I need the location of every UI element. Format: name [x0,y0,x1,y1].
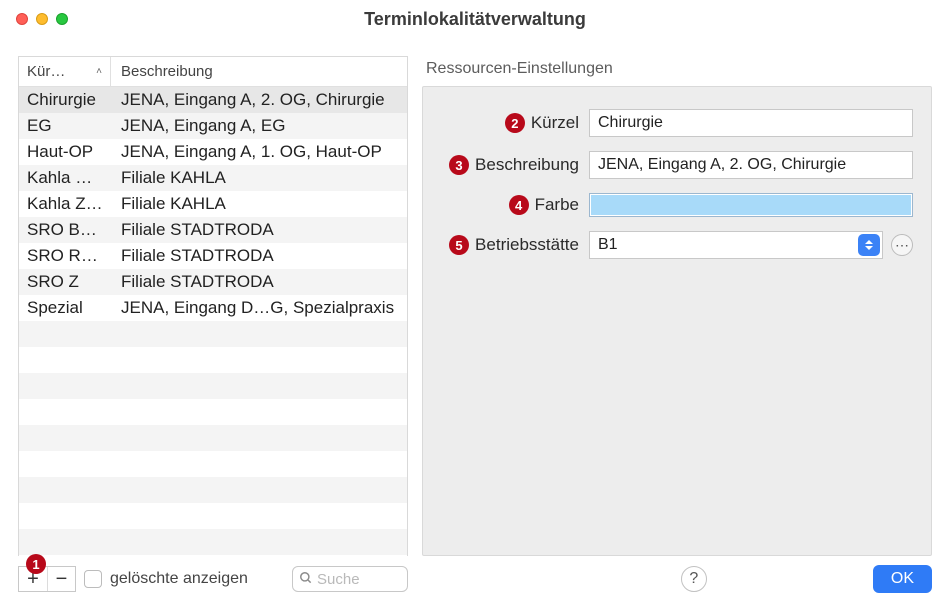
footer: 1 + − gelöschte anzeigen Suche ? OK [0,556,950,602]
settings-box: 2 Kürzel 3 Beschreibung 4 [422,86,932,556]
cell-beschreibung: JENA, Eingang D…G, Spezialpraxis [111,298,407,318]
cell-beschreibung: JENA, Eingang A, 2. OG, Chirurgie [111,90,407,110]
table-row[interactable]: Kahla Z…Filiale KAHLA [19,191,407,217]
table-row[interactable] [19,321,407,347]
label-betriebsstaette: Betriebsstätte [475,235,579,255]
cell-kuerzel: SRO B… [19,220,111,240]
table-row[interactable]: SRO B…Filiale STADTRODA [19,217,407,243]
column-header-kuerzel[interactable]: Kür… ˄ [19,57,111,86]
select-betriebsstaette-value: B1 [590,236,858,254]
cell-kuerzel: SRO Z [19,272,111,292]
label-farbe: Farbe [535,195,579,215]
table-row[interactable] [19,477,407,503]
table-row[interactable] [19,425,407,451]
settings-title: Ressourcen-Einstellungen [422,56,932,86]
badge-1: 1 [26,554,46,574]
column-header-beschreibung-label: Beschreibung [121,63,213,80]
cell-beschreibung: JENA, Eingang A, 1. OG, Haut-OP [111,142,407,162]
chevron-up-down-icon [858,234,880,256]
cell-beschreibung: Filiale KAHLA [111,194,407,214]
add-remove-segmented: + − [18,566,76,592]
label-kuerzel: Kürzel [531,113,579,133]
settings-panel: Ressourcen-Einstellungen 2 Kürzel 3 Besc… [422,56,932,556]
table-row[interactable]: Haut-OPJENA, Eingang A, 1. OG, Haut-OP [19,139,407,165]
input-kuerzel[interactable] [589,109,913,137]
remove-button[interactable]: − [47,567,75,591]
column-header-kuerzel-label: Kür… [27,63,65,80]
help-icon: ? [689,570,698,588]
table-header: Kür… ˄ Beschreibung [19,57,407,87]
badge-3: 3 [449,155,469,175]
table-row[interactable] [19,451,407,477]
table-row[interactable] [19,399,407,425]
content-area: Kür… ˄ Beschreibung ChirurgieJENA, Einga… [0,38,950,556]
help-button[interactable]: ? [681,566,707,592]
color-picker[interactable] [589,193,913,217]
table-row[interactable]: Kahla B…Filiale KAHLA [19,165,407,191]
row-kuerzel: 2 Kürzel [437,109,913,137]
select-betriebsstaette[interactable]: B1 [589,231,883,259]
column-header-beschreibung[interactable]: Beschreibung [111,63,407,80]
table-row[interactable] [19,503,407,529]
traffic-lights [16,13,68,25]
cell-kuerzel: Spezial [19,298,111,318]
locality-table: Kür… ˄ Beschreibung ChirurgieJENA, Einga… [18,56,408,556]
titlebar: Terminlokalitätverwaltung [0,0,950,38]
cell-kuerzel: Haut-OP [19,142,111,162]
badge-2: 2 [505,113,525,133]
cell-beschreibung: JENA, Eingang A, EG [111,116,407,136]
cell-kuerzel: Chirurgie [19,90,111,110]
minimize-window-button[interactable] [36,13,48,25]
ellipsis-icon: ⋯ [895,237,909,254]
row-betriebsstaette: 5 Betriebsstätte B1 ⋯ [437,231,913,259]
ok-button-label: OK [891,570,914,587]
row-farbe: 4 Farbe [437,193,913,217]
zoom-window-button[interactable] [56,13,68,25]
footer-right: ? OK [420,565,932,593]
badge-4: 4 [509,195,529,215]
label-beschreibung: Beschreibung [475,155,579,175]
badge-5: 5 [449,235,469,255]
ok-button[interactable]: OK [873,565,932,593]
table-body: ChirurgieJENA, Eingang A, 2. OG, Chirurg… [19,87,407,556]
table-row[interactable]: EGJENA, Eingang A, EG [19,113,407,139]
table-row[interactable]: ChirurgieJENA, Eingang A, 2. OG, Chirurg… [19,87,407,113]
table-row[interactable] [19,347,407,373]
sort-ascending-icon: ˄ [96,66,102,77]
row-beschreibung: 3 Beschreibung [437,151,913,179]
input-beschreibung[interactable] [589,151,913,179]
table-row[interactable] [19,373,407,399]
table-row[interactable]: SRO R…Filiale STADTRODA [19,243,407,269]
table-row[interactable] [19,529,407,555]
search-input[interactable]: Suche [292,566,408,592]
cell-kuerzel: EG [19,116,111,136]
table-row[interactable]: SpezialJENA, Eingang D…G, Spezialpraxis [19,295,407,321]
cell-beschreibung: Filiale STADTRODA [111,246,407,266]
window-title: Terminlokalitätverwaltung [16,9,934,30]
show-deleted-label: gelöschte anzeigen [110,570,248,588]
cell-kuerzel: Kahla Z… [19,194,111,214]
cell-kuerzel: SRO R… [19,246,111,266]
minus-icon: − [56,569,68,589]
show-deleted-checkbox[interactable] [84,570,102,588]
footer-left: 1 + − gelöschte anzeigen Suche [18,566,408,592]
cell-kuerzel: Kahla B… [19,168,111,188]
more-options-button[interactable]: ⋯ [891,234,913,256]
cell-beschreibung: Filiale KAHLA [111,168,407,188]
search-icon [299,571,313,588]
cell-beschreibung: Filiale STADTRODA [111,220,407,240]
close-window-button[interactable] [16,13,28,25]
search-placeholder: Suche [317,571,360,588]
table-row[interactable]: SRO ZFiliale STADTRODA [19,269,407,295]
cell-beschreibung: Filiale STADTRODA [111,272,407,292]
